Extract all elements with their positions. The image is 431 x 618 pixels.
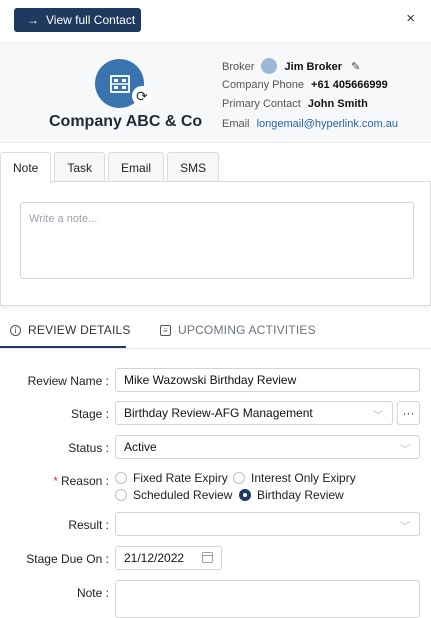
tab-upcoming-activities-label: UPCOMING ACTIVITIES [178,323,316,337]
arrow-right-icon: → [27,13,39,27]
result-select[interactable]: ﹀ [115,512,420,536]
active-tab-indicator [0,346,126,348]
more-options-button[interactable]: ··· [397,401,420,425]
broker-row: Broker Jim Broker ✎ [222,58,360,75]
tab-upcoming-activities[interactable]: ≡ UPCOMING ACTIVITIES [160,323,316,337]
radio-label: Birthday Review [257,488,344,502]
chevron-down-icon: ﹀ [400,522,410,533]
note-textarea[interactable]: Write a note... [20,202,414,279]
contact-summary: ⟳ Company ABC & Co Broker Jim Broker ✎ C… [0,42,431,143]
phone-row: Company Phone +61 405666999 [222,79,388,91]
top-bar: → View full Contact × [0,0,431,42]
status-label: Status : [68,441,109,455]
building-icon [109,74,130,93]
radio-label: Fixed Rate Expiry [133,471,228,485]
calendar-icon[interactable] [202,552,213,563]
broker-name: Jim Broker [284,60,343,73]
tab-note[interactable]: Note [0,152,52,183]
reason-scheduled-review-radio[interactable]: Scheduled Review [115,488,232,502]
note-field[interactable] [115,580,420,618]
email-link[interactable]: longemail@hyperlink.com.au [257,118,398,130]
note-panel: Write a note... [0,181,431,306]
radio-circle [233,472,245,484]
view-full-contact-button[interactable]: → View full Contact [14,8,141,32]
reason-interest-only-radio[interactable]: Interest Only Exipry [233,471,356,485]
status-select[interactable]: Active ﹀ [115,435,420,459]
stage-value: Birthday Review-AFG Management [124,406,313,420]
review-name-label: Review Name : [27,374,109,388]
primary-contact-value: John Smith [307,98,368,110]
stage-due-label: Stage Due On : [26,552,109,566]
tab-sms[interactable]: SMS [167,152,220,182]
broker-avatar [261,58,278,74]
chevron-down-icon: ﹀ [400,445,410,456]
tab-review-details[interactable]: i REVIEW DETAILS [10,323,131,337]
primary-contact-row: Primary Contact John Smith [222,98,368,110]
note-label: Note : [76,586,109,600]
radio-label: Interest Only Exipry [251,471,356,485]
broker-label: Broker [222,60,255,73]
reason-label: * Reason : [53,474,109,488]
sync-icon[interactable]: ⟳ [132,86,152,106]
list-icon: ≡ [160,324,171,336]
email-label: Email [222,118,250,130]
radio-circle [115,489,127,501]
reason-fixed-rate-radio[interactable]: Fixed Rate Expiry [115,471,228,485]
info-icon: i [10,324,21,336]
stage-select[interactable]: Birthday Review-AFG Management ﹀ [115,401,393,425]
close-icon[interactable]: × [406,10,415,27]
edit-icon[interactable]: ✎ [351,61,360,73]
result-label: Result : [68,518,109,532]
review-name-input[interactable]: Mike Wazowski Birthday Review [115,368,420,392]
tab-review-details-label: REVIEW DETAILS [28,323,131,337]
section-tabs: i REVIEW DETAILS ≡ UPCOMING ACTIVITIES [0,316,431,349]
activity-tabs: Note Task Email SMS [0,152,222,183]
reason-birthday-review-radio[interactable]: Birthday Review [239,488,344,502]
chevron-down-icon: ﹀ [373,411,383,422]
stage-label: Stage : [70,407,109,421]
radio-label: Scheduled Review [133,488,233,502]
view-full-contact-label: View full Contact [46,13,136,27]
radio-circle-selected [239,489,251,501]
primary-contact-label: Primary Contact [222,98,301,110]
radio-circle [115,472,127,484]
status-value: Active [124,440,157,454]
stage-due-date-input[interactable]: 21/12/2022 [115,546,222,570]
phone-value: +61 405666999 [311,79,388,91]
tab-task[interactable]: Task [54,152,106,182]
email-row: Email longemail@hyperlink.com.au [222,118,398,130]
company-name: Company ABC & Co [49,113,203,130]
phone-label: Company Phone [222,79,304,91]
stage-due-value: 21/12/2022 [124,551,185,565]
tab-email[interactable]: Email [108,152,165,182]
